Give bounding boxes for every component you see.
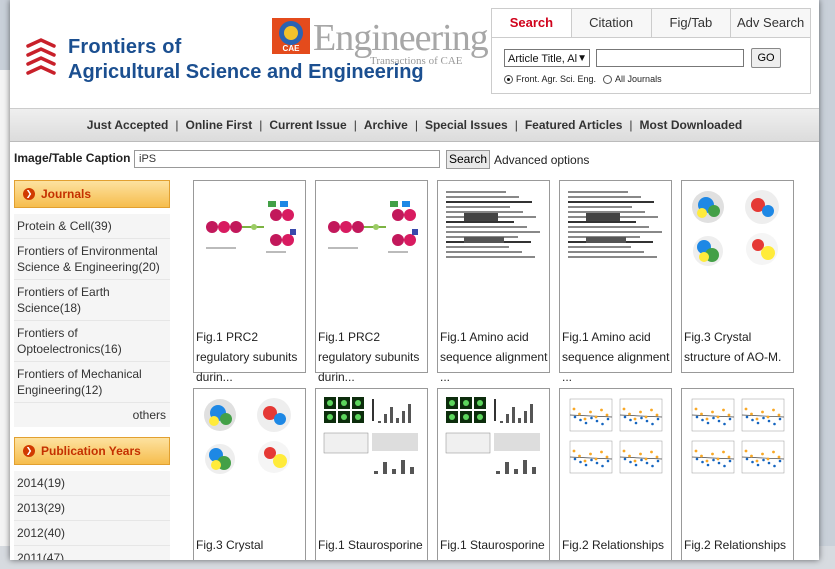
cae-logo-icon: CAE <box>272 18 310 54</box>
radio-all-journals[interactable] <box>603 74 613 84</box>
tab-citation[interactable]: Citation <box>570 9 651 37</box>
journal-scope-radios: Front. Agr. Sci. Eng. All Journals <box>504 74 662 84</box>
figure-thumbnail[interactable] <box>442 393 545 481</box>
search-tabs: Search Citation Fig/Tab Adv Search <box>491 8 811 38</box>
figure-caption-link[interactable]: Fig.1 PRC2 regulatory subunits durin... <box>318 327 426 387</box>
nav-separator: | <box>514 118 518 132</box>
sidebar-item-year[interactable]: 2014(19) <box>14 471 170 496</box>
figure-caption-link[interactable]: Fig.1 Staurosporine i <box>440 535 548 560</box>
publication-years-header-label: Publication Years <box>41 444 141 458</box>
figure-card[interactable]: Fig.1 PRC2 regulatory subunits durin... <box>315 180 428 384</box>
radio-this-journal[interactable] <box>504 74 513 84</box>
sidebar-item-year[interactable]: 2012(40) <box>14 521 170 546</box>
figure-caption-link[interactable]: Fig.3 Crystal structure of AO-M. <box>684 327 792 367</box>
nav-separator: | <box>353 118 357 132</box>
browser-page: Frontiers of Agricultural Science and En… <box>10 0 819 560</box>
figure-thumbnail[interactable] <box>198 185 301 273</box>
journal-title-line1[interactable]: Frontiers of <box>68 36 182 59</box>
figure-card[interactable]: Fig.1 Amino acid sequence alignment ... <box>559 180 672 384</box>
tab-adv-search[interactable]: Adv Search <box>730 9 810 37</box>
advanced-options-link[interactable]: Advanced options <box>494 153 589 167</box>
figure-thumbnail[interactable] <box>686 185 789 273</box>
sidebar-item-journal[interactable]: Frontiers of Environmental Science & Eng… <box>14 239 170 280</box>
figure-thumbnail[interactable] <box>442 185 545 273</box>
figure-thumbnail[interactable] <box>564 393 667 481</box>
figure-card[interactable]: Fig.2 Relationships o <box>681 388 794 560</box>
figure-thumbnail[interactable] <box>320 185 423 273</box>
journals-others-link[interactable]: others <box>14 403 170 427</box>
main-nav: Just Accepted | Online First | Current Iss… <box>10 108 819 142</box>
nav-archive[interactable]: Archive <box>364 118 408 132</box>
nav-most-downloaded[interactable]: Most Downloaded <box>640 118 743 132</box>
figure-card[interactable]: Fig.1 PRC2 regulatory subunits durin... <box>193 180 306 384</box>
figure-thumbnail[interactable] <box>198 393 301 481</box>
journal-logo-icon <box>26 38 56 75</box>
sidebar-item-journal[interactable]: Protein & Cell(39) <box>14 214 170 239</box>
figure-caption-link[interactable]: Fig.2 Relationships o <box>562 535 670 560</box>
figure-card[interactable]: Fig.1 Staurosporine i <box>437 388 550 560</box>
search-field-select-value: Article Title, Al <box>508 53 578 65</box>
nav-special-issues[interactable]: Special Issues <box>425 118 508 132</box>
sidebar-item-year[interactable]: 2011(47) <box>14 546 170 560</box>
journals-header[interactable]: ❯ Journals <box>14 180 170 208</box>
engineering-logo: Engineering <box>313 17 489 59</box>
cae-logo-text: CAE <box>283 44 301 53</box>
nav-just-accepted[interactable]: Just Accepted <box>87 118 169 132</box>
figure-caption-link[interactable]: Fig.2 Relationships o <box>684 535 792 560</box>
nav-separator: | <box>629 118 633 132</box>
search-panel: Article Title, Al ▼ GO Front. Agr. Sci. … <box>491 37 811 94</box>
tab-fig-tab[interactable]: Fig/Tab <box>650 9 731 37</box>
figure-caption-link[interactable]: Fig.1 Amino acid sequence alignment ... <box>562 327 670 387</box>
nav-separator: | <box>414 118 418 132</box>
nav-online-first[interactable]: Online First <box>186 118 253 132</box>
caption-search-label: Image/Table Caption <box>14 151 131 165</box>
figure-caption-link[interactable]: Fig.1 Amino acid sequence alignment ... <box>440 327 548 387</box>
journals-header-label: Journals <box>41 187 92 201</box>
figure-card[interactable]: Fig.1 Amino acid sequence alignment ... <box>437 180 550 384</box>
radio-this-journal-label: Front. Agr. Sci. Eng. <box>516 74 597 84</box>
nav-separator: | <box>259 118 263 132</box>
figure-thumbnail[interactable] <box>320 393 423 481</box>
nav-featured-articles[interactable]: Featured Articles <box>525 118 623 132</box>
sidebar-item-year[interactable]: 2013(29) <box>14 496 170 521</box>
figure-caption-link[interactable]: Fig.1 PRC2 regulatory subunits durin... <box>196 327 304 387</box>
chevron-right-icon: ❯ <box>23 445 35 457</box>
nav-separator: | <box>175 118 179 132</box>
sidebar-item-journal[interactable]: Frontiers of Optoelectronics(16) <box>14 321 170 362</box>
caption-search-input[interactable]: iPS <box>134 150 440 168</box>
figure-caption-link[interactable]: Fig.3 Crystal structur <box>196 535 304 560</box>
figure-caption-link[interactable]: Fig.1 Staurosporine i <box>318 535 426 560</box>
sidebar-item-journal[interactable]: Frontiers of Mechanical Engineering(12) <box>14 362 170 403</box>
figure-card[interactable]: Fig.2 Relationships o <box>559 388 672 560</box>
figure-thumbnail[interactable] <box>686 393 789 481</box>
figure-card[interactable]: Fig.3 Crystal structure of AO-M. <box>681 180 794 373</box>
search-field-select[interactable]: Article Title, Al ▼ <box>504 49 590 67</box>
go-button[interactable]: GO <box>751 48 781 68</box>
nav-current-issue[interactable]: Current Issue <box>269 118 346 132</box>
chevron-right-icon: ❯ <box>23 188 35 200</box>
figure-card[interactable]: Fig.3 Crystal structur <box>193 388 306 560</box>
radio-all-journals-label: All Journals <box>615 74 662 84</box>
caption-search-button[interactable]: Search <box>446 150 490 169</box>
figure-card[interactable]: Fig.1 Staurosporine i <box>315 388 428 560</box>
search-input[interactable] <box>596 49 744 67</box>
sidebar-item-journal[interactable]: Frontiers of Earth Science(18) <box>14 280 170 321</box>
chevron-down-icon: ▼ <box>577 53 587 64</box>
publication-years-header[interactable]: ❯ Publication Years <box>14 437 170 465</box>
figure-thumbnail[interactable] <box>564 185 667 273</box>
tab-search[interactable]: Search <box>492 9 571 37</box>
sidebar: ❯ Journals Protein & Cell(39) Frontiers … <box>14 180 170 560</box>
engineering-logo-subtitle: Transactions of CAE <box>370 55 463 67</box>
